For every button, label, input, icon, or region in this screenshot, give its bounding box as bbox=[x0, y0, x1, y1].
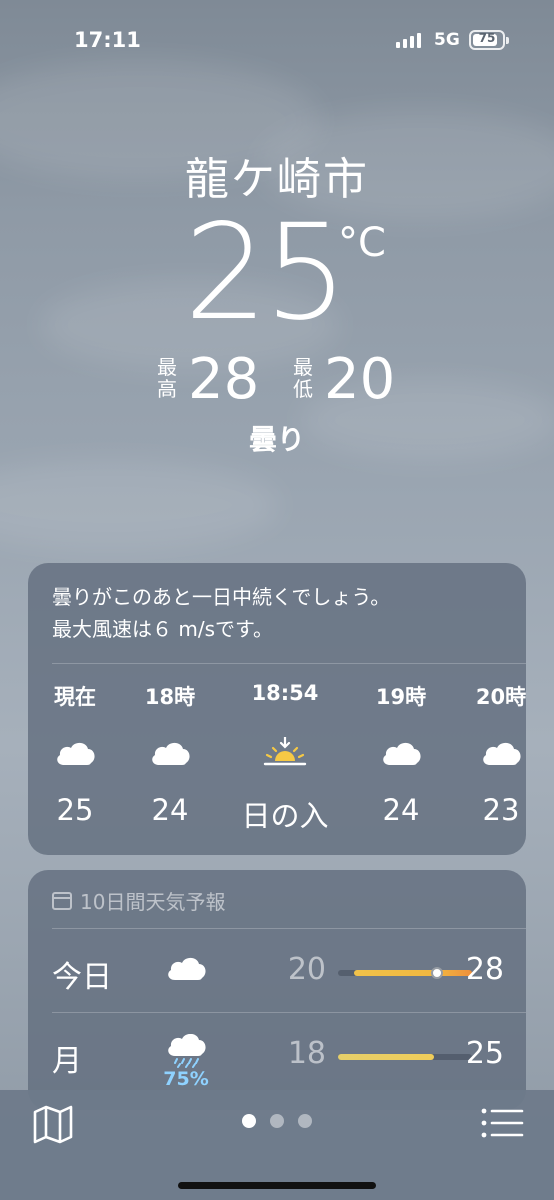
high-label: 最高 bbox=[157, 355, 177, 401]
map-icon[interactable] bbox=[32, 1104, 74, 1144]
cloud-icon bbox=[383, 742, 421, 765]
day-low: 18 bbox=[287, 1036, 326, 1071]
hour-item: 18:54 日の入 bbox=[240, 681, 330, 835]
hour-label: 20時 bbox=[475, 685, 526, 709]
summary-line-1: 曇りがこのあと一日中続くでしょう。 bbox=[52, 585, 391, 609]
cloud-icon bbox=[168, 957, 206, 980]
page-dot-active[interactable] bbox=[242, 1114, 256, 1128]
condition-text: 曇り bbox=[248, 423, 305, 456]
day-name: 今日 bbox=[52, 960, 112, 995]
cloud-icon bbox=[57, 742, 95, 765]
cellular-signal-icon bbox=[396, 32, 421, 48]
low-label: 最低 bbox=[293, 355, 313, 401]
bottom-toolbar bbox=[0, 1090, 554, 1200]
day-row-today[interactable]: 今日 20 28 bbox=[28, 930, 526, 1012]
hour-item: 現在 25 bbox=[30, 681, 120, 827]
battery-percent: 75 bbox=[478, 31, 496, 45]
list-icon[interactable] bbox=[480, 1106, 524, 1140]
high-value: 28 bbox=[188, 347, 260, 412]
divider bbox=[52, 1012, 526, 1013]
temperature-unit: °C bbox=[338, 220, 386, 266]
hour-label: 18時 bbox=[144, 685, 196, 709]
temperature-range-fill bbox=[338, 1054, 434, 1060]
precipitation-chance: 75% bbox=[163, 1068, 209, 1090]
cloud-icon bbox=[483, 742, 521, 765]
sunset-icon bbox=[263, 737, 307, 766]
hour-temp: 日の入 bbox=[241, 799, 329, 833]
calendar-icon bbox=[52, 891, 72, 910]
status-time: 17:11 bbox=[74, 28, 141, 52]
cloud-rain-icon bbox=[168, 1034, 206, 1068]
daily-forecast-card[interactable]: 10日間天気予報 今日 20 28 月 75% 18 25 bbox=[28, 870, 526, 1110]
cloud-icon bbox=[152, 742, 190, 765]
low-value: 20 bbox=[324, 347, 396, 412]
divider bbox=[52, 928, 526, 929]
network-type: 5G bbox=[434, 30, 460, 50]
hour-label: 現在 bbox=[54, 685, 96, 709]
day-low: 20 bbox=[287, 952, 326, 987]
day-high: 25 bbox=[465, 1036, 504, 1071]
current-temp-dot bbox=[431, 967, 443, 979]
hour-item: 20時 23 bbox=[456, 681, 526, 827]
hour-item: 18時 24 bbox=[125, 681, 215, 827]
current-temperature: 25 °C bbox=[0, 198, 554, 348]
temperature-value: 25 bbox=[184, 196, 348, 350]
day-high: 28 bbox=[465, 952, 504, 987]
hour-label: 18:54 bbox=[251, 681, 319, 705]
hour-item: 19時 24 bbox=[356, 681, 446, 827]
page-dot[interactable] bbox=[298, 1114, 312, 1128]
status-bar: 17:11 5G 75 bbox=[0, 0, 554, 80]
divider bbox=[52, 663, 526, 664]
page-indicator[interactable] bbox=[242, 1114, 312, 1128]
high-low: 最高 28 最低 20 bbox=[0, 350, 554, 410]
hour-temp: 24 bbox=[151, 793, 189, 827]
forecast-summary: 曇りがこのあと一日中続くでしょう。 最大風速は６ m/sです。 bbox=[52, 581, 390, 645]
day-row-monday[interactable]: 月 75% 18 25 bbox=[28, 1014, 526, 1096]
hour-temp: 25 bbox=[56, 793, 94, 827]
daily-forecast-title: 10日間天気予報 bbox=[80, 890, 226, 914]
hour-temp: 23 bbox=[482, 793, 520, 827]
hour-label: 19時 bbox=[375, 685, 427, 709]
battery-icon: 75 bbox=[469, 30, 509, 50]
daily-forecast-header: 10日間天気予報 bbox=[52, 886, 225, 915]
page-dot[interactable] bbox=[270, 1114, 284, 1128]
summary-line-2: 最大風速は６ m/sです。 bbox=[52, 617, 273, 641]
hour-temp: 24 bbox=[382, 793, 420, 827]
hourly-forecast-card[interactable]: 曇りがこのあと一日中続くでしょう。 最大風速は６ m/sです。 現在 25 18… bbox=[28, 563, 526, 855]
day-name: 月 bbox=[52, 1044, 82, 1079]
home-indicator[interactable] bbox=[178, 1182, 376, 1189]
